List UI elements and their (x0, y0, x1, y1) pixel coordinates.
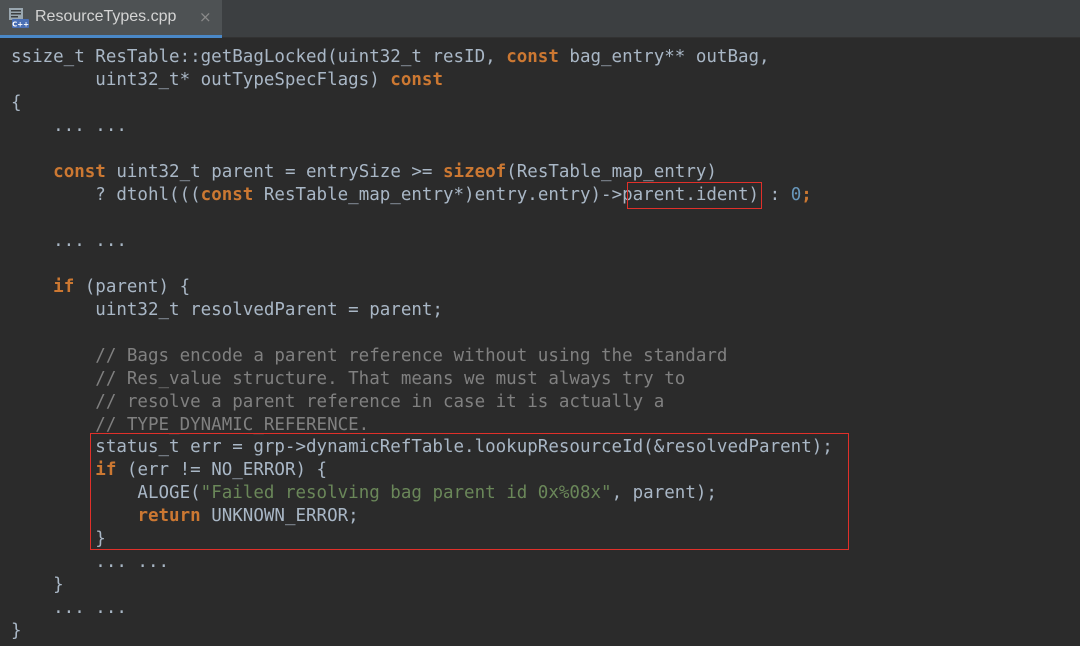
code-token: (ResTable_map_entry) (506, 162, 717, 182)
editor-tab-bar: C++ ResourceTypes.cpp × (0, 0, 1080, 38)
keyword-token: const (200, 185, 254, 205)
cpp-file-icon: C++ (9, 8, 29, 29)
comment-token: // Bags encode a parent reference withou… (11, 346, 728, 366)
keyword-token: if (53, 277, 75, 297)
keyword-token: const (506, 47, 559, 67)
comment-line-14: // Bags encode a parent reference withou… (11, 345, 727, 368)
highlight-box-error-handling (90, 433, 849, 550)
code-token: (parent) { (74, 277, 191, 297)
code-line-3: { (11, 92, 22, 115)
semicolon-token: ; (801, 185, 812, 205)
ellipsis-token: ... ... (11, 116, 127, 136)
code-line-11: if (parent) { (11, 276, 190, 299)
code-line-9: ... ... (11, 230, 127, 253)
code-line-25: ... ... (11, 597, 127, 620)
code-token: ssize_t ResTable::getBagLocked(uint32_t … (11, 47, 507, 67)
code-line-1: ssize_t ResTable::getBagLocked(uint32_t … (11, 46, 770, 69)
comment-line-15: // Res_value structure. That means we mu… (11, 368, 685, 391)
code-line-24: } (11, 574, 64, 597)
code-token: bag_entry** outBag, (558, 47, 770, 67)
ellipsis-token: ... ... (11, 552, 170, 572)
comment-token: // Res_value structure. That means we mu… (11, 369, 686, 389)
code-line-6: const uint32_t parent = entrySize >= siz… (11, 161, 717, 184)
code-editor[interactable]: ssize_t ResTable::getBagLocked(uint32_t … (0, 38, 1080, 646)
code-token: ? dtohl((( (11, 185, 201, 205)
code-line-12: uint32_t resolvedParent = parent; (11, 299, 443, 322)
comment-line-16: // resolve a parent reference in case it… (11, 391, 664, 414)
keyword-token: const (53, 162, 106, 182)
ellipsis-token: ... ... (11, 598, 127, 618)
keyword-token: const (390, 70, 443, 90)
code-token: } (11, 575, 64, 595)
tab-title: ResourceTypes.cpp (35, 8, 177, 25)
code-token: uint32_t parent = entrySize >= (105, 162, 443, 182)
code-line-26: } (11, 620, 22, 643)
code-line-4: ... ... (11, 115, 127, 138)
ellipsis-token: ... ... (11, 231, 127, 251)
code-line-23: ... ... (11, 551, 169, 574)
highlight-box-parent-ident (627, 182, 762, 209)
keyword-token: sizeof (443, 162, 507, 182)
cpp-icon-label: C++ (12, 21, 29, 29)
tab-resourcetypes-cpp[interactable]: C++ ResourceTypes.cpp × (0, 0, 222, 38)
code-token: uint32_t resolvedParent = parent; (11, 300, 443, 320)
code-token: ResTable_map_entry*)entry.entry)-> (253, 185, 623, 205)
code-token: uint32_t* outTypeSpecFlags) (11, 70, 391, 90)
number-token: 0 (790, 185, 802, 205)
comment-token: // resolve a parent reference in case it… (11, 392, 665, 412)
comment-token: // TYPE_DYNAMIC_REFERENCE. (11, 415, 370, 435)
code-line-2: uint32_t* outTypeSpecFlags) const (11, 69, 443, 92)
code-token: { (11, 93, 22, 113)
close-icon[interactable]: × (199, 8, 212, 26)
code-token: } (11, 621, 22, 641)
